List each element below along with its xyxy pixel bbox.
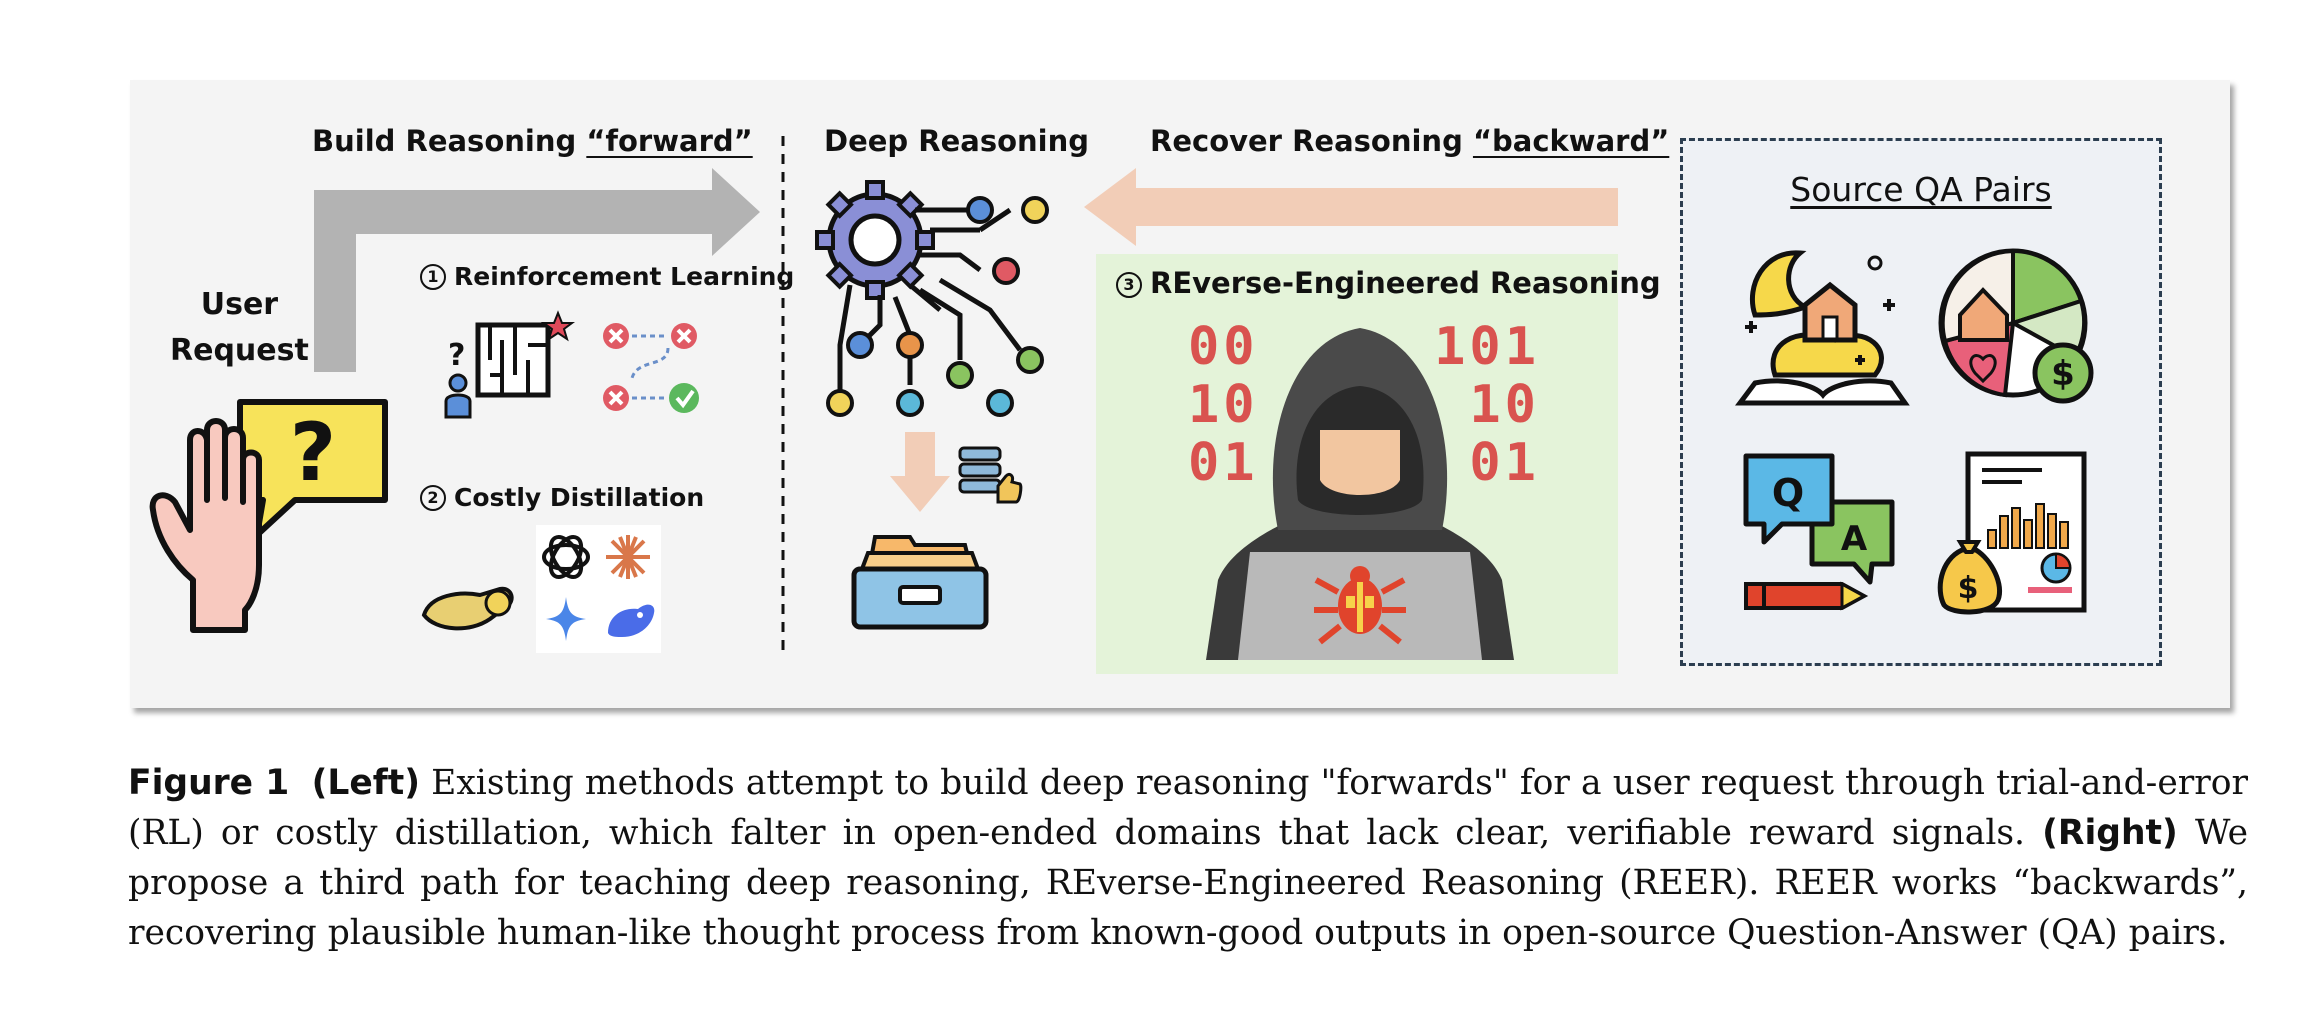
caption-text-1: Existing methods attempt to build deep r…: [128, 763, 2248, 853]
coin-hand-icon: [421, 586, 514, 631]
backward-arrow: [1084, 168, 1618, 246]
financial-report-icon: $: [1937, 451, 2087, 615]
user-line-2: Request: [170, 333, 309, 368]
trial-error-icon: [603, 323, 699, 413]
circled-number-3: 3: [1116, 272, 1142, 298]
dollar-sign: $: [1958, 571, 1979, 606]
user-line-1: User: [200, 287, 279, 322]
backward-word: “backward”: [1472, 124, 1670, 158]
figure-caption: Figure 1 (Left) Existing methods attempt…: [128, 758, 2248, 958]
database-like-icon: [958, 446, 1023, 504]
forward-word: “forward”: [586, 124, 753, 158]
user-request-label: User Request: [170, 282, 309, 374]
right-tag: (Right): [2042, 813, 2178, 853]
q-letter: Q: [1772, 471, 1804, 515]
method3-label: 3 REverse-Engineered Reasoning: [1116, 266, 1661, 300]
circled-number-2: 2: [420, 485, 446, 511]
forward-title-text: Build Reasoning: [312, 124, 587, 158]
circled-number-1: 1: [420, 264, 446, 290]
life-pie-icon: $: [1938, 248, 2094, 404]
source-qa-title-text: Source QA Pairs: [1790, 170, 2052, 209]
method2-label: 2 Costly Distillation: [420, 483, 704, 512]
neural-gear-icon: [815, 180, 1049, 417]
ai-logos-icon: [536, 525, 661, 653]
svg-text:?: ?: [290, 406, 336, 499]
method1-label: 1 Reinforcement Learning: [420, 262, 794, 291]
down-arrow: [890, 432, 950, 512]
a-letter: A: [1841, 519, 1868, 559]
source-qa-title: Source QA Pairs: [1680, 170, 2162, 209]
svg-text:?: ?: [448, 338, 465, 373]
figure-label: Figure 1: [128, 763, 290, 803]
dollar-sign: $: [2051, 354, 2075, 394]
forward-title: Build Reasoning “forward”: [312, 124, 753, 158]
storybook-icon: [1735, 250, 1910, 406]
left-tag: (Left): [311, 763, 420, 803]
raised-hand-icon: ?: [149, 399, 388, 633]
backward-title: Recover Reasoning “backward”: [1150, 124, 1669, 158]
method2-text: Costly Distillation: [454, 483, 705, 512]
method3-text: REverse-Engineered Reasoning: [1150, 266, 1661, 300]
archive-drawer-icon: [851, 535, 989, 630]
method1-text: Reinforcement Learning: [454, 262, 795, 291]
section-divider: [781, 136, 785, 650]
maze-icon: ?: [444, 310, 575, 419]
qa-chat-icon: Q A: [1743, 453, 1895, 611]
backward-title-text: Recover Reasoning: [1150, 124, 1473, 158]
hacker-icon: [1206, 328, 1514, 660]
deep-reasoning-title: Deep Reasoning: [824, 124, 1090, 158]
